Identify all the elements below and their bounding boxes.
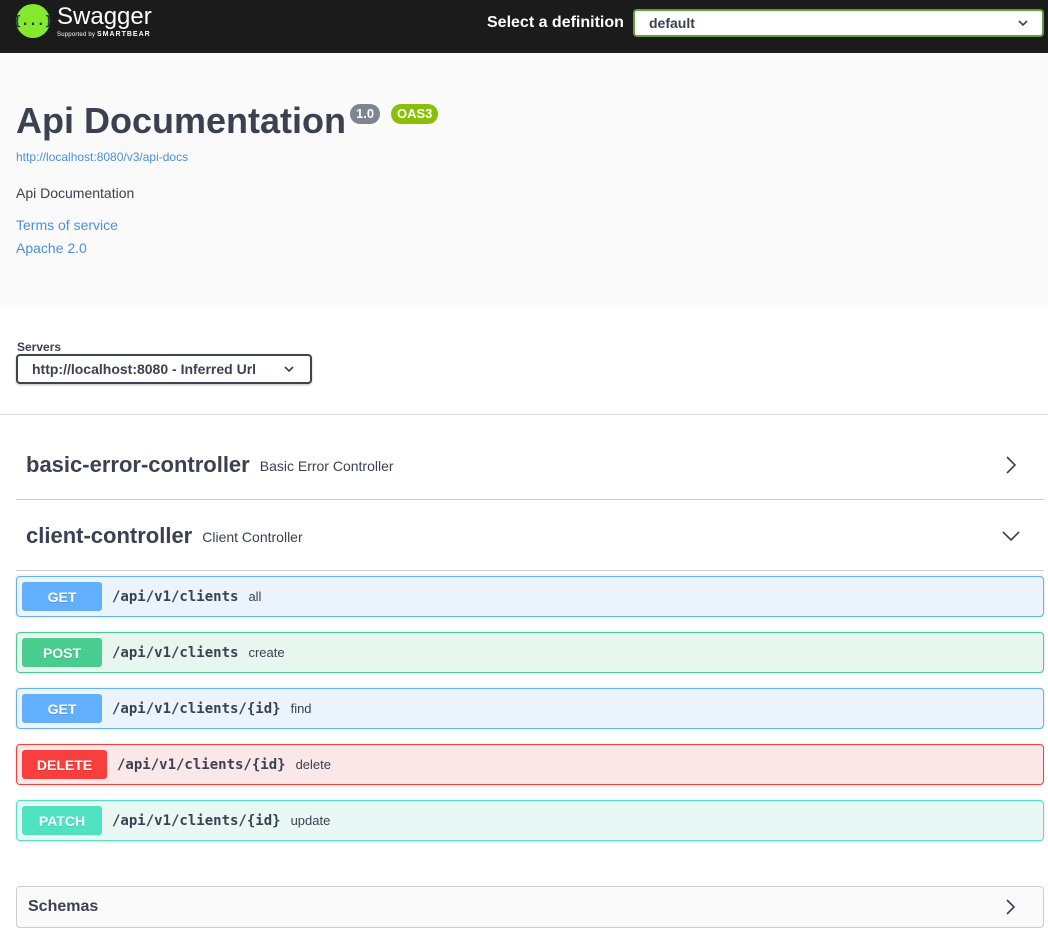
method-badge: DELETE xyxy=(22,750,107,779)
method-badge: GET xyxy=(22,582,102,611)
operation-post-clients[interactable]: POST /api/v1/clients create xyxy=(16,632,1044,673)
swagger-logo-icon: {...} xyxy=(13,4,53,38)
info-section: Api Documentation 1.0 OAS3 http://localh… xyxy=(0,53,1048,305)
operation-path: /api/v1/clients/{id} xyxy=(117,756,286,773)
servers-selected-value: http://localhost:8080 - Inferred Url xyxy=(32,361,257,377)
logo-smartbear: SMARTBEAR xyxy=(96,30,151,38)
chevron-right-icon[interactable] xyxy=(1003,899,1019,915)
logo-text: Swagger Supported by SMARTBEAR xyxy=(57,2,152,38)
tag-basic-error-controller[interactable]: basic-error-controller Basic Error Contr… xyxy=(16,430,1044,500)
chevron-down-icon[interactable] xyxy=(1002,527,1020,545)
section-divider xyxy=(0,414,1048,415)
logo-supported-by: Supported by SMARTBEAR xyxy=(57,31,152,38)
operation-summary: find xyxy=(290,701,312,716)
schemas-label: Schemas xyxy=(28,898,99,915)
chevron-down-icon xyxy=(284,366,294,373)
tag-name: basic-error-controller xyxy=(26,451,250,477)
page-title: Api Documentation xyxy=(16,100,346,141)
method-badge: PATCH xyxy=(22,806,102,835)
operation-path: /api/v1/clients xyxy=(112,588,239,605)
logo-supported-label: Supported by xyxy=(57,31,96,38)
tag-description: Basic Error Controller xyxy=(259,458,394,474)
servers-label: Servers xyxy=(17,340,62,354)
tag-description: Client Controller xyxy=(202,529,303,545)
chevron-right-icon[interactable] xyxy=(1002,456,1020,474)
chevron-down-icon xyxy=(1018,20,1028,27)
operation-get-clients[interactable]: GET /api/v1/clients all xyxy=(16,576,1044,617)
swagger-logo[interactable]: {...} Swagger Supported by SMARTBEAR xyxy=(13,2,152,38)
method-badge: POST xyxy=(22,638,102,667)
operation-summary: delete xyxy=(295,757,331,772)
tag-client-controller[interactable]: client-controller Client Controller xyxy=(16,501,1044,571)
license-link[interactable]: Apache 2.0 xyxy=(16,240,87,256)
servers-select[interactable]: http://localhost:8080 - Inferred Url xyxy=(16,354,312,384)
operation-path: /api/v1/clients/{id} xyxy=(112,700,281,717)
operation-patch-client[interactable]: PATCH /api/v1/clients/{id} update xyxy=(16,800,1044,841)
definition-select[interactable]: default xyxy=(633,9,1044,37)
schemas-section[interactable]: Schemas xyxy=(16,886,1044,928)
operation-summary: update xyxy=(290,813,331,828)
tag-name: client-controller xyxy=(26,522,193,548)
definition-label: Select a definition xyxy=(487,14,624,31)
operation-summary: create xyxy=(248,645,285,660)
operation-delete-client[interactable]: DELETE /api/v1/clients/{id} delete xyxy=(16,744,1044,785)
operation-get-client-by-id[interactable]: GET /api/v1/clients/{id} find xyxy=(16,688,1044,729)
topbar: {...} Swagger Supported by SMARTBEAR Sel… xyxy=(0,0,1048,53)
api-docs-link[interactable]: http://localhost:8080/v3/api-docs xyxy=(16,150,188,164)
terms-of-service-link[interactable]: Terms of service xyxy=(16,217,118,233)
operation-summary: all xyxy=(248,589,262,604)
logo-name: Swagger xyxy=(57,2,152,30)
version-badge: 1.0 xyxy=(350,104,381,124)
operation-path: /api/v1/clients/{id} xyxy=(112,812,281,829)
operation-path: /api/v1/clients xyxy=(112,644,239,661)
definition-value: default xyxy=(649,15,695,31)
api-description: Api Documentation xyxy=(16,185,135,201)
method-badge: GET xyxy=(22,694,102,723)
oas-badge: OAS3 xyxy=(391,104,439,124)
